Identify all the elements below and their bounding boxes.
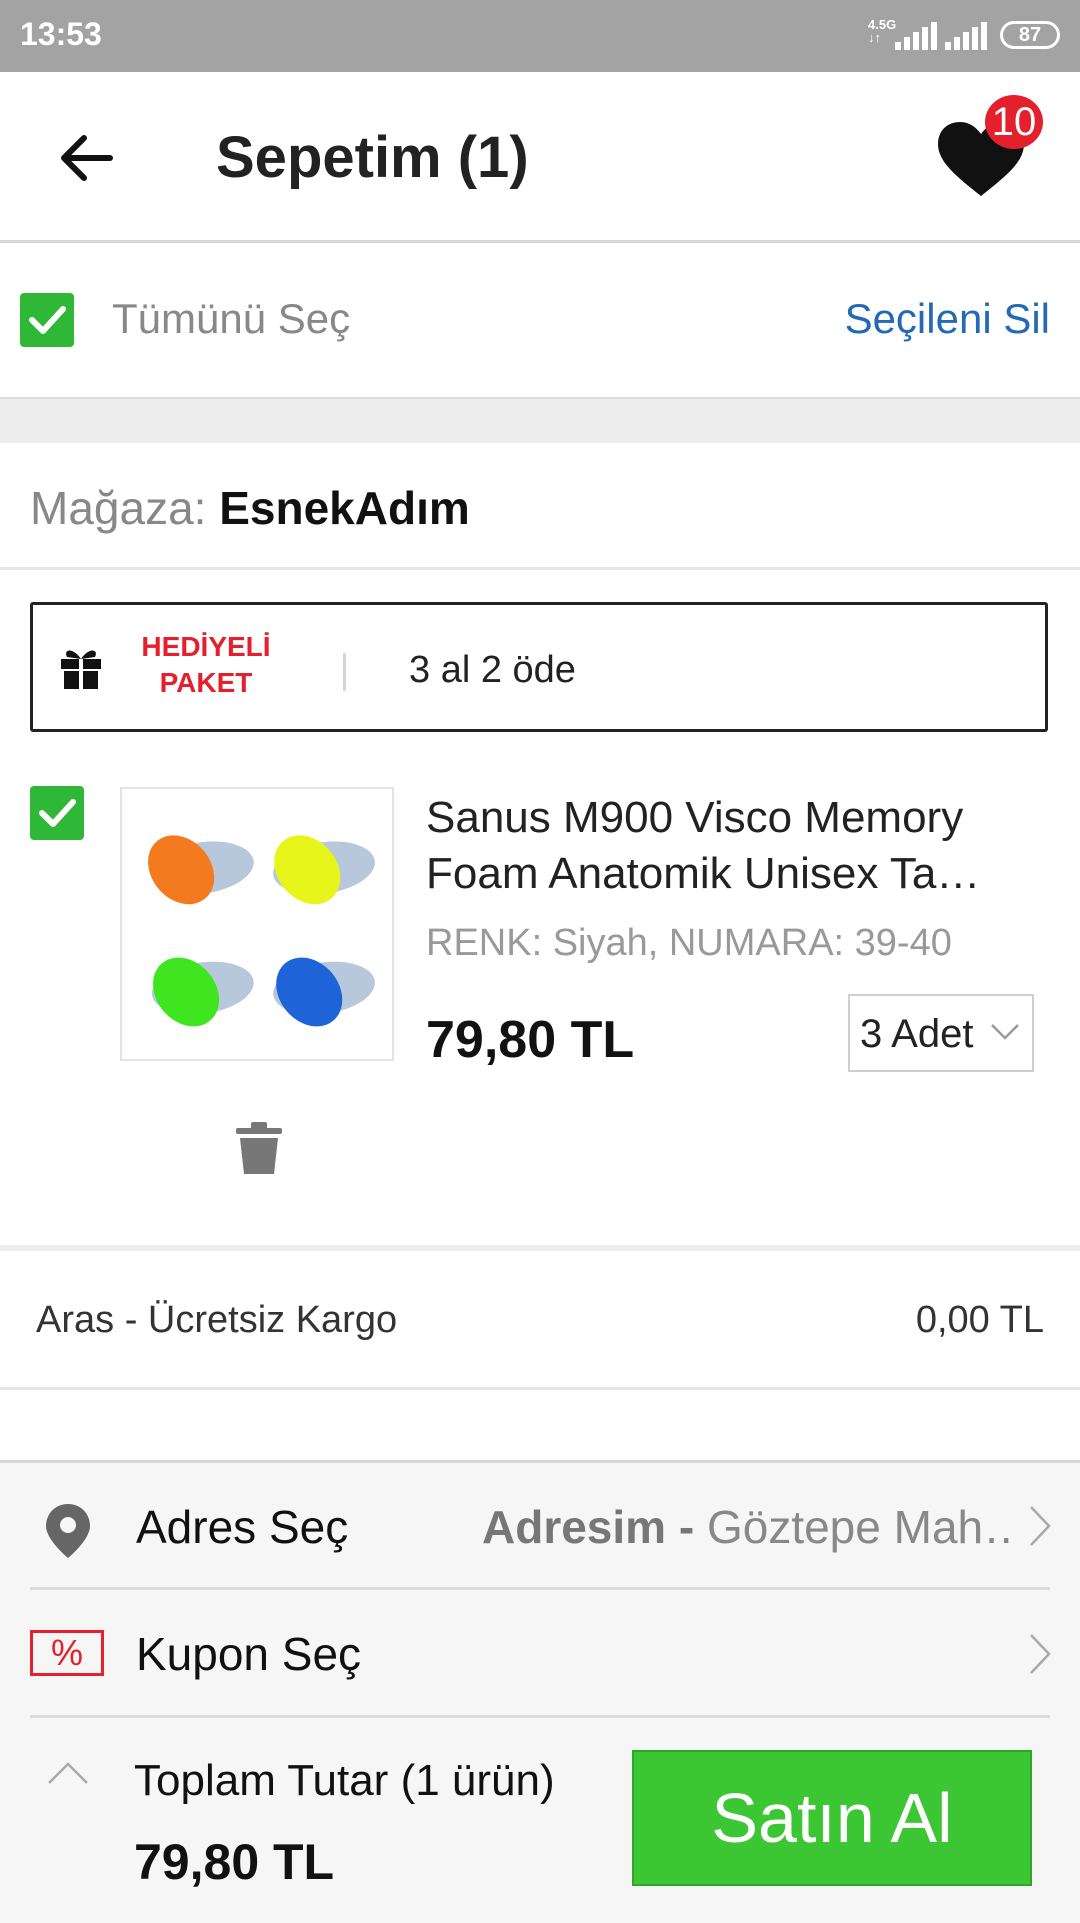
- page-title: Sepetim (1): [216, 125, 529, 190]
- coupon-select-label[interactable]: Kupon Seç: [136, 1627, 361, 1681]
- divider: [30, 1715, 1050, 1718]
- check-icon: [29, 306, 66, 334]
- campaign-tag: HEDİYELİ PAKET: [141, 631, 271, 698]
- total-price: 79,80 TL: [134, 1834, 335, 1890]
- insoles-picture: [148, 835, 375, 1027]
- select-all-bar: Tümünü Seç Seçileni Sil: [0, 243, 1080, 397]
- quantity-value: 3 Adet: [860, 1012, 974, 1056]
- trash-icon[interactable]: [232, 1120, 286, 1176]
- header: Sepetim (1): [0, 72, 1080, 243]
- chevron-right-icon[interactable]: [1028, 1632, 1052, 1676]
- store-name[interactable]: EsnekAdım: [219, 482, 470, 534]
- store-row: Mağaza: EsnekAdım: [0, 443, 1080, 570]
- store-label: Mağaza: EsnekAdım: [30, 482, 470, 534]
- product-image[interactable]: [120, 787, 394, 1061]
- buy-button[interactable]: Satın Al: [632, 1750, 1032, 1886]
- shipping-row: Aras - Ücretsiz Kargo 0,00 TL: [0, 1251, 1080, 1390]
- divider: [0, 397, 1080, 445]
- status-time: 13:53: [20, 16, 102, 52]
- campaign-text: 3 al 2 öde: [409, 649, 576, 691]
- total-label: Toplam Tutar (1 ürün): [134, 1756, 555, 1805]
- shipping-price: 0,00 TL: [915, 1299, 1044, 1341]
- quantity-dropdown[interactable]: 3 Adet: [848, 994, 1034, 1072]
- chevron-down-icon: [991, 1024, 1019, 1040]
- product-name[interactable]: Sanus M900 Visco Memory Foam Anatomik Un…: [426, 790, 1046, 902]
- address-select-label[interactable]: Adres Seç: [136, 1500, 348, 1554]
- delete-selected-link[interactable]: Seçileni Sil: [845, 295, 1050, 343]
- separator: [343, 653, 346, 691]
- product-checkbox[interactable]: [30, 786, 84, 840]
- wishlist-badge: 10: [985, 95, 1043, 149]
- address-value[interactable]: Adresim - Göztepe Mah…: [482, 1500, 1012, 1554]
- total-count: (1 ürün): [400, 1756, 555, 1805]
- product-price: 79,80 TL: [426, 1011, 635, 1069]
- signal-icon-2: [945, 0, 1005, 72]
- check-icon: [39, 799, 76, 827]
- product-attributes: RENK: Siyah, NUMARA: 39-40: [426, 922, 952, 964]
- chevron-right-icon[interactable]: [1028, 1504, 1052, 1548]
- network-type: 4.5G ↓↑: [868, 17, 897, 45]
- status-bar: 13:53 4.5G ↓↑ 87: [0, 0, 1080, 72]
- shipping-name: Aras - Ücretsiz Kargo: [36, 1299, 398, 1341]
- gift-icon: [61, 650, 101, 689]
- select-all-label[interactable]: Tümünü Seç: [112, 295, 350, 343]
- chevron-up-icon[interactable]: [46, 1760, 90, 1786]
- select-all-checkbox[interactable]: [20, 293, 74, 347]
- battery-icon: 87: [1000, 21, 1060, 49]
- back-arrow-icon[interactable]: [58, 130, 114, 186]
- campaign-banner[interactable]: HEDİYELİ PAKET 3 al 2 öde: [30, 602, 1048, 732]
- location-pin-icon: [46, 1504, 90, 1558]
- coupon-icon: %: [30, 1630, 104, 1676]
- divider: [30, 1587, 1050, 1590]
